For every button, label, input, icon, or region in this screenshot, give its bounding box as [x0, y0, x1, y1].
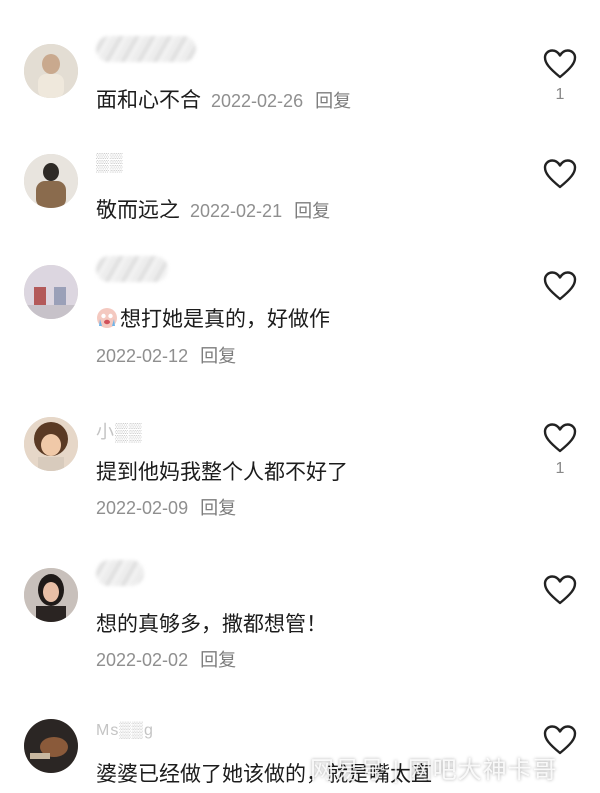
username-blurred: [96, 560, 144, 586]
comment-text: 提到他妈我整个人都不好了: [96, 461, 348, 484]
comment-text: 敬而远之 2022-02-21 回复: [96, 199, 331, 222]
reply-button[interactable]: 回复: [200, 498, 236, 518]
reply-button[interactable]: 回复: [294, 201, 330, 221]
like-button[interactable]: [542, 270, 578, 308]
comment-date: 2022-02-21: [190, 201, 283, 221]
comment-text: 想打她是真的，好做作: [96, 303, 330, 333]
avatar[interactable]: [24, 44, 78, 98]
like-button[interactable]: 1: [542, 48, 578, 104]
comment-date: 2022-02-12: [96, 346, 189, 366]
comment-date: 2022-02-02: [96, 650, 189, 670]
like-count: 1: [555, 460, 565, 477]
avatar[interactable]: [24, 265, 78, 319]
heart-outline-icon: [543, 423, 577, 453]
comment-date: 2022-02-26: [211, 91, 304, 111]
avatar[interactable]: [24, 154, 78, 208]
reply-button[interactable]: 回复: [200, 650, 236, 670]
heart-outline-icon: [543, 575, 577, 605]
username[interactable]: ▒▒: [96, 152, 124, 173]
reply-button[interactable]: 回复: [200, 346, 236, 366]
username-blurred: [96, 256, 168, 282]
username[interactable]: Ms▒▒g: [96, 722, 154, 740]
avatar[interactable]: [24, 568, 78, 622]
crying-face-emoji: [97, 308, 117, 328]
username-blurred: [96, 36, 196, 62]
like-button[interactable]: [542, 574, 578, 612]
heart-outline-icon: [543, 271, 577, 301]
like-count: 1: [555, 86, 565, 103]
watermark: 网易号 | 网吧大神卡哥: [310, 757, 558, 784]
like-button[interactable]: [542, 158, 578, 196]
comment-text: 面和心不合 2022-02-26 回复: [96, 89, 352, 112]
comment-date: 2022-02-09: [96, 498, 189, 518]
heart-outline-icon: [543, 49, 577, 79]
avatar[interactable]: [24, 417, 78, 471]
reply-button[interactable]: 回复: [315, 91, 351, 111]
heart-outline-icon: [543, 159, 577, 189]
avatar[interactable]: [24, 719, 78, 773]
username[interactable]: 小▒▒: [96, 418, 143, 444]
comment-text: 想的真够多，撒都想管！: [96, 613, 327, 636]
like-button[interactable]: 1: [542, 422, 578, 478]
